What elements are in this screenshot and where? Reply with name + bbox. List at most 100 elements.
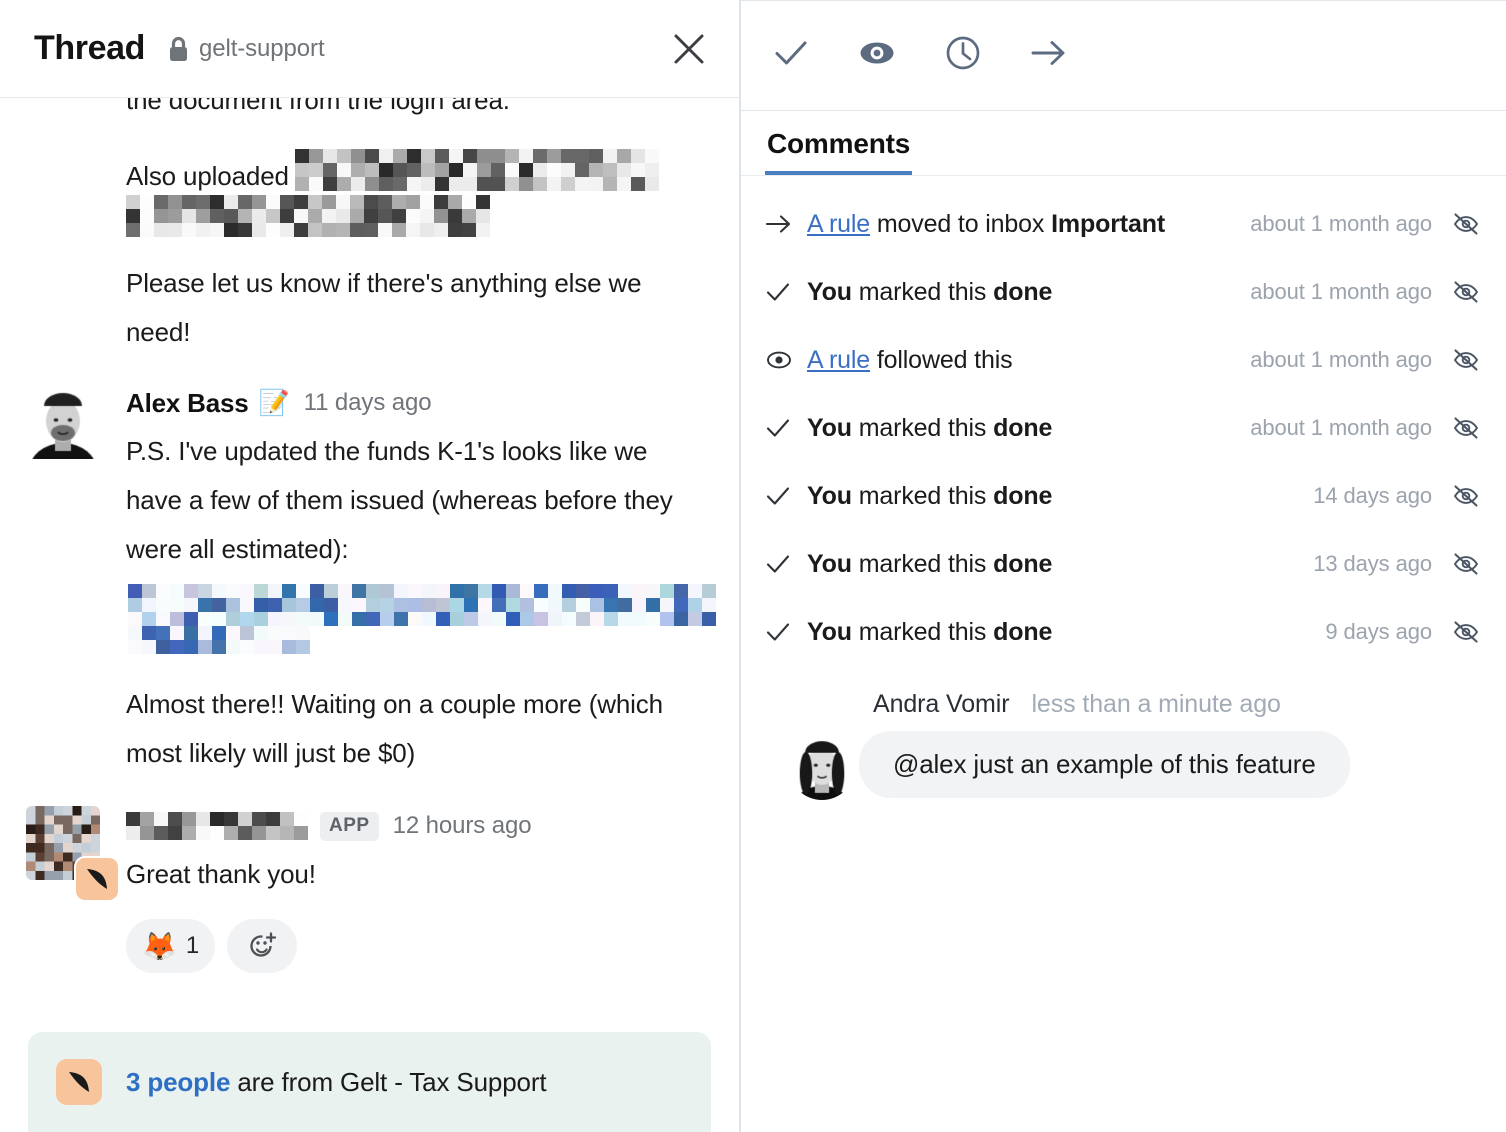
arrow-right-icon bbox=[765, 213, 799, 235]
comment-timestamp: less than a minute ago bbox=[1031, 690, 1281, 718]
clock-icon bbox=[944, 34, 982, 77]
comment-author: Andra Vomir bbox=[873, 690, 1010, 718]
event-actor: You bbox=[807, 549, 852, 578]
check-icon bbox=[765, 620, 799, 644]
mark-done-button[interactable] bbox=[765, 30, 817, 82]
event-text: You marked this done bbox=[807, 414, 1052, 443]
avatar[interactable] bbox=[26, 385, 100, 459]
reaction-bar: 🦊 1 bbox=[126, 919, 713, 973]
eye-slash-icon[interactable] bbox=[1446, 483, 1486, 509]
message-body: Great thank you! bbox=[126, 859, 316, 889]
message-body-2: Almost there!! Waiting on a couple more … bbox=[126, 689, 663, 768]
table-row: You marked this done 13 days ago bbox=[741, 530, 1506, 598]
missive-thread-screen: Thread gelt-support the document from th… bbox=[0, 0, 1506, 1132]
event-timestamp: about 1 month ago bbox=[1250, 279, 1432, 304]
event-emphasis: done bbox=[993, 481, 1053, 510]
event-text: You marked this done bbox=[807, 618, 1052, 647]
event-text: A rule moved to inbox Important bbox=[807, 210, 1165, 239]
table-row: You marked this done about 1 month ago bbox=[741, 394, 1506, 462]
eye-slash-icon[interactable] bbox=[1446, 415, 1486, 441]
message-body: P.S. I've updated the funds K-1's looks … bbox=[126, 436, 673, 564]
app-badge-label: APP bbox=[320, 811, 379, 841]
reaction-fox[interactable]: 🦊 1 bbox=[126, 919, 216, 973]
eye-slash-icon[interactable] bbox=[1446, 347, 1486, 373]
activity-event-list: A rule moved to inbox Important about 1 … bbox=[741, 176, 1506, 666]
event-emphasis: done bbox=[993, 413, 1053, 442]
message-alex-bass: Alex Bass 📝 11 days ago P.S. I've update… bbox=[0, 381, 739, 778]
rule-link[interactable]: A rule bbox=[807, 346, 870, 374]
table-row: You marked this done about 1 month ago bbox=[741, 258, 1506, 326]
event-emphasis: Important bbox=[1051, 209, 1165, 238]
check-icon bbox=[765, 552, 799, 576]
follow-button[interactable] bbox=[851, 30, 903, 82]
event-timestamp: 14 days ago bbox=[1313, 483, 1432, 508]
thread-message-list: the document from the login area. Also u… bbox=[0, 98, 739, 1132]
lock-icon bbox=[167, 36, 190, 63]
sidebar-panel: Comments A rule moved to inbox Important… bbox=[741, 0, 1506, 1132]
add-reaction-icon[interactable] bbox=[227, 919, 298, 973]
channel-name: gelt-support bbox=[198, 34, 325, 62]
message-header: Alex Bass 📝 11 days ago bbox=[126, 381, 713, 425]
event-timestamp: about 1 month ago bbox=[1250, 415, 1432, 440]
check-icon bbox=[765, 484, 799, 508]
page-title: Thread bbox=[34, 29, 145, 67]
move-button[interactable] bbox=[1023, 30, 1075, 82]
event-timestamp: about 1 month ago bbox=[1250, 211, 1432, 236]
people-banner-text: 3 people are from Gelt - Tax Support bbox=[126, 1066, 547, 1098]
redacted-link-block[interactable] bbox=[128, 584, 716, 654]
close-icon[interactable] bbox=[667, 27, 711, 71]
table-row: A rule moved to inbox Important about 1 … bbox=[741, 190, 1506, 258]
event-text: A rule followed this bbox=[807, 346, 1013, 375]
eye-slash-icon[interactable] bbox=[1446, 211, 1486, 237]
event-timestamp: about 1 month ago bbox=[1250, 347, 1432, 372]
event-middle: marked this bbox=[851, 617, 994, 646]
eye-slash-icon[interactable] bbox=[1446, 619, 1486, 645]
table-row: You marked this done 14 days ago bbox=[741, 462, 1506, 530]
eye-slash-icon[interactable] bbox=[1446, 279, 1486, 305]
event-timestamp: 13 days ago bbox=[1313, 551, 1432, 576]
event-actor: You bbox=[807, 413, 852, 442]
reaction-count: 1 bbox=[185, 932, 200, 959]
comment-text: @alex just an example of this feature bbox=[859, 731, 1350, 798]
redacted-text-block bbox=[126, 195, 490, 237]
sidebar-toolbar bbox=[741, 0, 1506, 111]
message-paragraph: Please let us know if there's anything e… bbox=[126, 268, 642, 347]
check-icon bbox=[765, 416, 799, 440]
event-middle: marked this bbox=[851, 549, 994, 578]
message-paragraph: the document from the login area. bbox=[126, 98, 510, 115]
event-text: You marked this done bbox=[807, 482, 1052, 511]
table-row: You marked this done 9 days ago bbox=[741, 598, 1506, 666]
check-icon bbox=[772, 34, 810, 77]
event-text: You marked this done bbox=[807, 278, 1052, 307]
avatar[interactable] bbox=[789, 734, 855, 800]
fox-emoji: 🦊 bbox=[142, 930, 177, 962]
eye-slash-icon[interactable] bbox=[1446, 551, 1486, 577]
message-timestamp: 11 days ago bbox=[303, 389, 432, 416]
table-row: A rule followed this about 1 month ago bbox=[741, 326, 1506, 394]
event-timestamp: 9 days ago bbox=[1325, 619, 1432, 644]
arrow-right-icon bbox=[1029, 36, 1069, 75]
message-author: Alex Bass bbox=[126, 387, 249, 418]
event-middle: marked this bbox=[851, 481, 994, 510]
event-actor: You bbox=[807, 481, 852, 510]
eye-outline-icon bbox=[765, 349, 799, 371]
people-banner[interactable]: 3 people are from Gelt - Tax Support bbox=[28, 1032, 711, 1132]
people-banner-rest: are from Gelt - Tax Support bbox=[230, 1066, 547, 1097]
message-text: Also uploaded bbox=[126, 161, 289, 191]
rule-link[interactable]: A rule bbox=[807, 210, 870, 238]
comment-header: Andra Vomir less than a minute ago bbox=[859, 690, 1482, 719]
thread-header: Thread gelt-support bbox=[0, 0, 739, 98]
event-middle: moved to inbox bbox=[870, 209, 1052, 238]
message-header: APP 12 hours ago bbox=[126, 804, 713, 848]
thread-panel: Thread gelt-support the document from th… bbox=[0, 0, 741, 1132]
sidebar-tabs: Comments bbox=[741, 111, 1506, 176]
people-count-link[interactable]: 3 people bbox=[126, 1067, 230, 1097]
message-app: APP 12 hours ago Great thank you! 🦊 1 bbox=[0, 804, 739, 973]
message-paragraph-uploaded: Also uploaded bbox=[126, 149, 709, 201]
snooze-button[interactable] bbox=[937, 30, 989, 82]
tab-comments[interactable]: Comments bbox=[765, 128, 913, 175]
event-emphasis: done bbox=[993, 549, 1053, 578]
event-emphasis: done bbox=[993, 617, 1053, 646]
memo-emoji: 📝 bbox=[258, 388, 290, 417]
message-timestamp: 12 hours ago bbox=[392, 812, 532, 839]
